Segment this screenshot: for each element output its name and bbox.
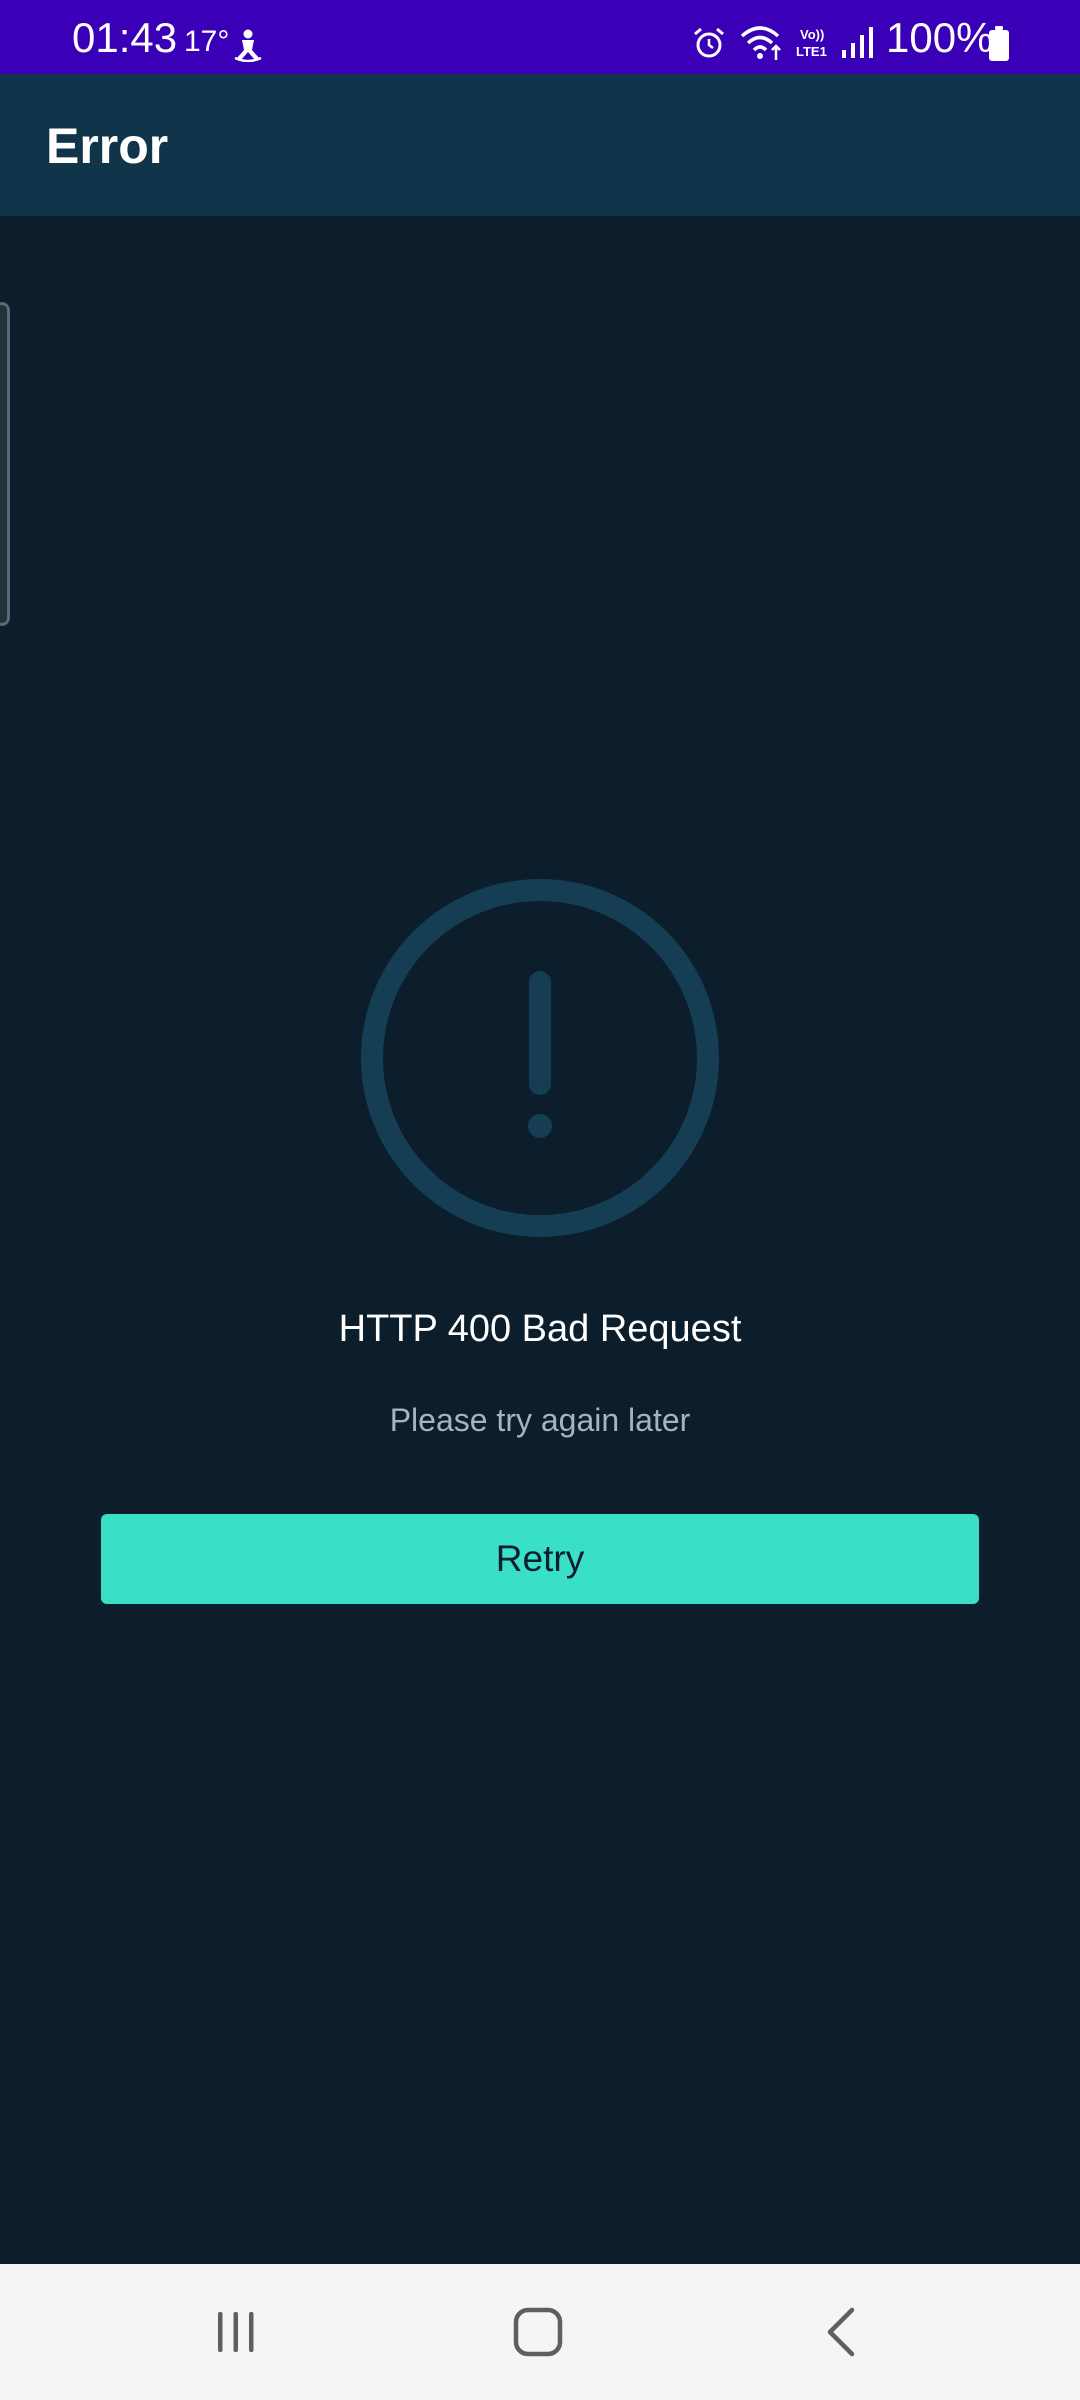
battery-percent: 100%: [886, 14, 994, 61]
page-title: Error: [46, 118, 169, 174]
error-subtitle: Please try again later: [389, 1402, 691, 1438]
person-icon: [234, 29, 262, 62]
exclamation-circle-icon: [361, 879, 719, 1237]
status-temperature: 17°: [184, 25, 230, 58]
home-icon[interactable]: [512, 2306, 564, 2358]
edge-panel-handle[interactable]: [0, 302, 10, 626]
navigation-bar: [0, 2264, 1080, 2400]
alarm-icon: [694, 27, 724, 58]
svg-text:LTE1: LTE1: [796, 44, 827, 59]
signal-icon: [842, 27, 873, 58]
app-bar: Error: [0, 74, 1080, 216]
svg-text:Vo)): Vo)): [800, 27, 824, 42]
volte-icon: Vo)) LTE1: [796, 27, 827, 59]
retry-button[interactable]: Retry: [101, 1514, 979, 1604]
error-title: HTTP 400 Bad Request: [338, 1308, 742, 1350]
status-time: 01:43: [72, 14, 178, 61]
wifi-icon: [740, 26, 781, 60]
recents-icon[interactable]: [212, 2308, 260, 2356]
status-bar: 01:43 17° Vo)) LTE1 100%: [0, 0, 1080, 74]
error-screen: 01:43 17° Vo)) LTE1 100% Error HTTP 400 …: [0, 0, 1080, 2400]
back-icon[interactable]: [822, 2306, 858, 2358]
battery-icon: [989, 26, 1009, 61]
